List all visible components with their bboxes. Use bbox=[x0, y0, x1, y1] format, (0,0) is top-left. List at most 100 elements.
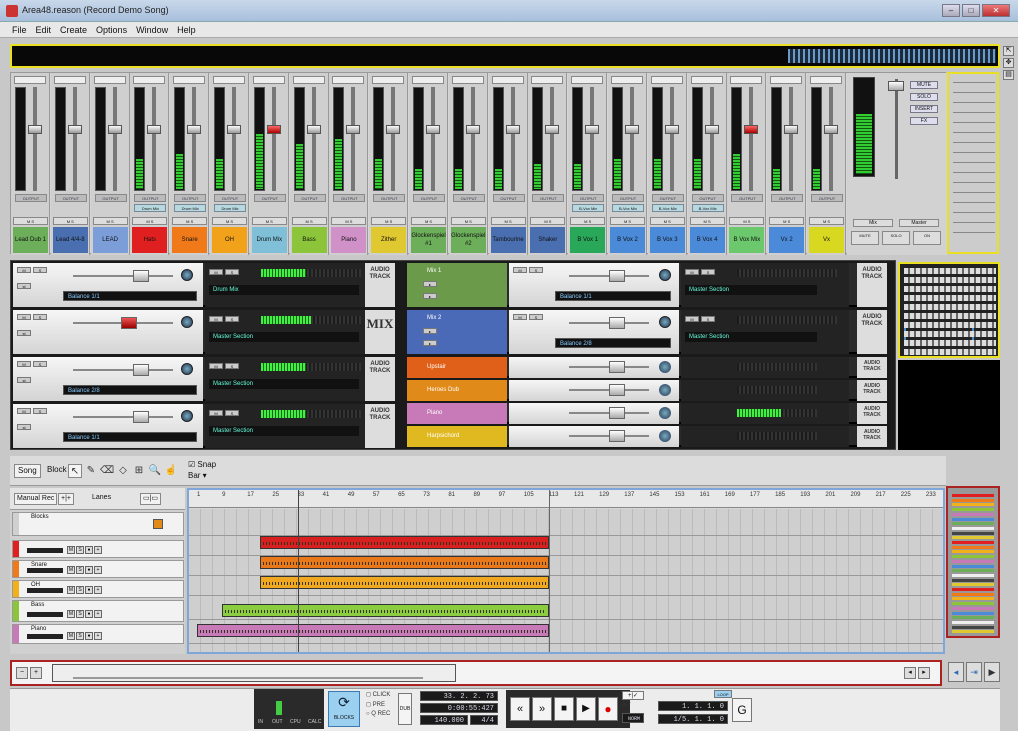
menu-options[interactable]: Options bbox=[96, 25, 127, 35]
track-solo-button[interactable]: S bbox=[76, 610, 84, 618]
minimize-button[interactable]: – bbox=[942, 4, 960, 17]
arrangement-view[interactable]: 1 9 17 25 33 41 49 57 65 73 81 89 97 105 113 121 129 137 1… bbox=[187, 488, 945, 654]
channel-mute-solo-buttons[interactable]: M S bbox=[570, 217, 606, 225]
channel-insert-button[interactable] bbox=[451, 76, 484, 84]
quantize-toggle[interactable]: ○ Q REC bbox=[366, 711, 390, 717]
channel-name-label[interactable]: Lead Dub 1 bbox=[13, 227, 48, 253]
master-mute-button[interactable]: MUTE bbox=[910, 81, 938, 89]
zoom-out-icon[interactable]: − bbox=[16, 667, 28, 679]
device-out-solo[interactable]: S bbox=[225, 269, 239, 275]
channel-name-label[interactable]: B Vox 2 bbox=[610, 227, 645, 253]
device-mute-button[interactable]: M bbox=[513, 267, 527, 273]
channel-insert-button[interactable] bbox=[730, 76, 763, 84]
master-mute-box[interactable]: MUTE bbox=[851, 231, 879, 245]
device-solo-button[interactable]: S bbox=[529, 314, 543, 320]
track-lane-button[interactable]: + bbox=[94, 586, 102, 594]
channel-mute-solo-buttons[interactable]: M S bbox=[212, 217, 247, 225]
channel-fader[interactable] bbox=[505, 125, 520, 134]
device-out-mute[interactable]: M bbox=[685, 316, 699, 322]
device-pan-knob[interactable] bbox=[659, 269, 671, 281]
alt-toggle[interactable]: +|✓ bbox=[622, 691, 644, 700]
device-output-select[interactable]: Master Section bbox=[209, 426, 359, 436]
channel-bus-label[interactable]: Drum Mix bbox=[134, 204, 167, 212]
device-output-select[interactable]: Master Section bbox=[209, 379, 359, 389]
device-stereo-button[interactable]: st bbox=[17, 283, 31, 289]
device-mute-button[interactable]: M bbox=[17, 361, 31, 367]
device-input-select[interactable]: Balance 2/8 bbox=[63, 385, 197, 395]
channel-mute-solo-buttons[interactable]: M S bbox=[172, 217, 208, 225]
play-button[interactable]: ▶ bbox=[576, 697, 596, 721]
channel-mute-solo-buttons[interactable]: M S bbox=[13, 217, 48, 225]
channel-insert-button[interactable] bbox=[412, 76, 444, 84]
song-position-marker[interactable] bbox=[297, 490, 299, 652]
device-stereo-button[interactable]: st bbox=[17, 424, 31, 430]
device-fold-button-2[interactable]: ▸ bbox=[423, 293, 437, 299]
master-on-box[interactable]: ON bbox=[913, 231, 941, 245]
track-header[interactable]: OH M S ● + bbox=[12, 580, 184, 598]
move-icon[interactable]: ✥ bbox=[1003, 58, 1014, 68]
device-name[interactable]: Heroes Dub bbox=[407, 380, 507, 401]
mixer-overview-panel[interactable] bbox=[947, 72, 999, 254]
track-record-button[interactable]: ● bbox=[85, 632, 93, 640]
channel-fader[interactable] bbox=[346, 125, 361, 134]
device-name[interactable]: Mix 2 bbox=[411, 313, 503, 323]
hand-tool-icon[interactable]: ☝ bbox=[164, 464, 178, 478]
channel-insert-button[interactable] bbox=[93, 76, 126, 84]
channel-mute-solo-buttons[interactable]: M S bbox=[52, 217, 88, 225]
rewind-button[interactable]: « bbox=[510, 697, 530, 721]
channel-name-label[interactable]: Lead 4/4-8 bbox=[52, 227, 88, 253]
device-input-select[interactable]: Balance 1/1 bbox=[63, 291, 197, 301]
channel-name-label[interactable]: Vx 2 bbox=[769, 227, 805, 253]
track-name[interactable]: Bass bbox=[31, 602, 44, 608]
device-mute-button[interactable]: M bbox=[17, 408, 31, 414]
device-level-slider[interactable] bbox=[609, 270, 625, 282]
eraser-tool-icon[interactable]: ⌫ bbox=[100, 464, 114, 478]
track-header[interactable]: Snare M S ● + bbox=[12, 560, 184, 578]
channel-mute-solo-buttons[interactable]: M S bbox=[490, 217, 526, 225]
channel-insert-button[interactable] bbox=[372, 76, 405, 84]
channel-bus-label[interactable]: B-Vox Mix bbox=[651, 204, 684, 212]
select-tool-icon[interactable]: ↖ bbox=[68, 464, 82, 478]
channel-mute-solo-buttons[interactable]: M S bbox=[530, 217, 566, 225]
channel-name-label[interactable]: Drum Mix bbox=[251, 227, 287, 253]
device-solo-button[interactable]: S bbox=[529, 267, 543, 273]
channel-mute-solo-buttons[interactable]: M S bbox=[411, 217, 446, 225]
channel-insert-button[interactable] bbox=[770, 76, 803, 84]
device-stereo-button[interactable]: st bbox=[17, 330, 31, 336]
device-fold-button[interactable]: ▸ bbox=[423, 328, 437, 334]
device-out-mute[interactable]: M bbox=[209, 363, 223, 369]
device-out-solo[interactable]: S bbox=[225, 363, 239, 369]
song-position-display[interactable]: 33. 2. 2. 73 bbox=[420, 691, 498, 701]
razor-tool-icon[interactable]: ◇ bbox=[116, 464, 130, 478]
menu-create[interactable]: Create bbox=[60, 25, 87, 35]
master-fader[interactable] bbox=[888, 81, 904, 91]
device-pan-knob[interactable] bbox=[659, 407, 671, 419]
device-level-slider[interactable] bbox=[609, 361, 625, 373]
lanes-buttons[interactable]: ▭|▭ bbox=[140, 493, 162, 505]
channel-bus-label[interactable]: B-Vox Mix bbox=[572, 204, 605, 212]
loop-button[interactable]: LOOP bbox=[714, 690, 732, 698]
track-mute-button[interactable]: M bbox=[67, 610, 75, 618]
device-out-solo[interactable]: S bbox=[701, 269, 715, 275]
device-pan-knob[interactable] bbox=[181, 316, 193, 328]
channel-bus-label[interactable]: B-Vox Mix bbox=[691, 204, 724, 212]
channel-fader[interactable] bbox=[784, 125, 799, 134]
pencil-tool-icon[interactable]: ✎ bbox=[84, 464, 98, 478]
device-level-slider[interactable] bbox=[121, 317, 137, 329]
norm-display[interactable]: NORM bbox=[622, 713, 644, 723]
device-output-select[interactable]: Master Section bbox=[685, 332, 817, 342]
device-mute-button[interactable]: M bbox=[17, 314, 31, 320]
channel-mute-solo-buttons[interactable]: M S bbox=[729, 217, 765, 225]
device-pan-knob[interactable] bbox=[181, 269, 193, 281]
loop-right-display[interactable]: 1/5. 1. 1. 0 bbox=[658, 714, 728, 724]
device-mute-button[interactable]: M bbox=[17, 267, 31, 273]
menu-help[interactable]: Help bbox=[177, 25, 196, 35]
forward-icon[interactable]: ▶ bbox=[984, 662, 1000, 682]
audio-clip[interactable] bbox=[259, 536, 549, 549]
stop-button[interactable]: ■ bbox=[554, 697, 574, 721]
channel-name-label[interactable]: Bass bbox=[291, 227, 327, 253]
device-name[interactable]: Piano bbox=[407, 403, 507, 424]
loop-left-display[interactable]: 1. 1. 1. 0 bbox=[658, 701, 728, 711]
device-input-select[interactable]: Balance 1/1 bbox=[555, 291, 671, 301]
mixer-navigator-strip[interactable] bbox=[10, 44, 1000, 68]
